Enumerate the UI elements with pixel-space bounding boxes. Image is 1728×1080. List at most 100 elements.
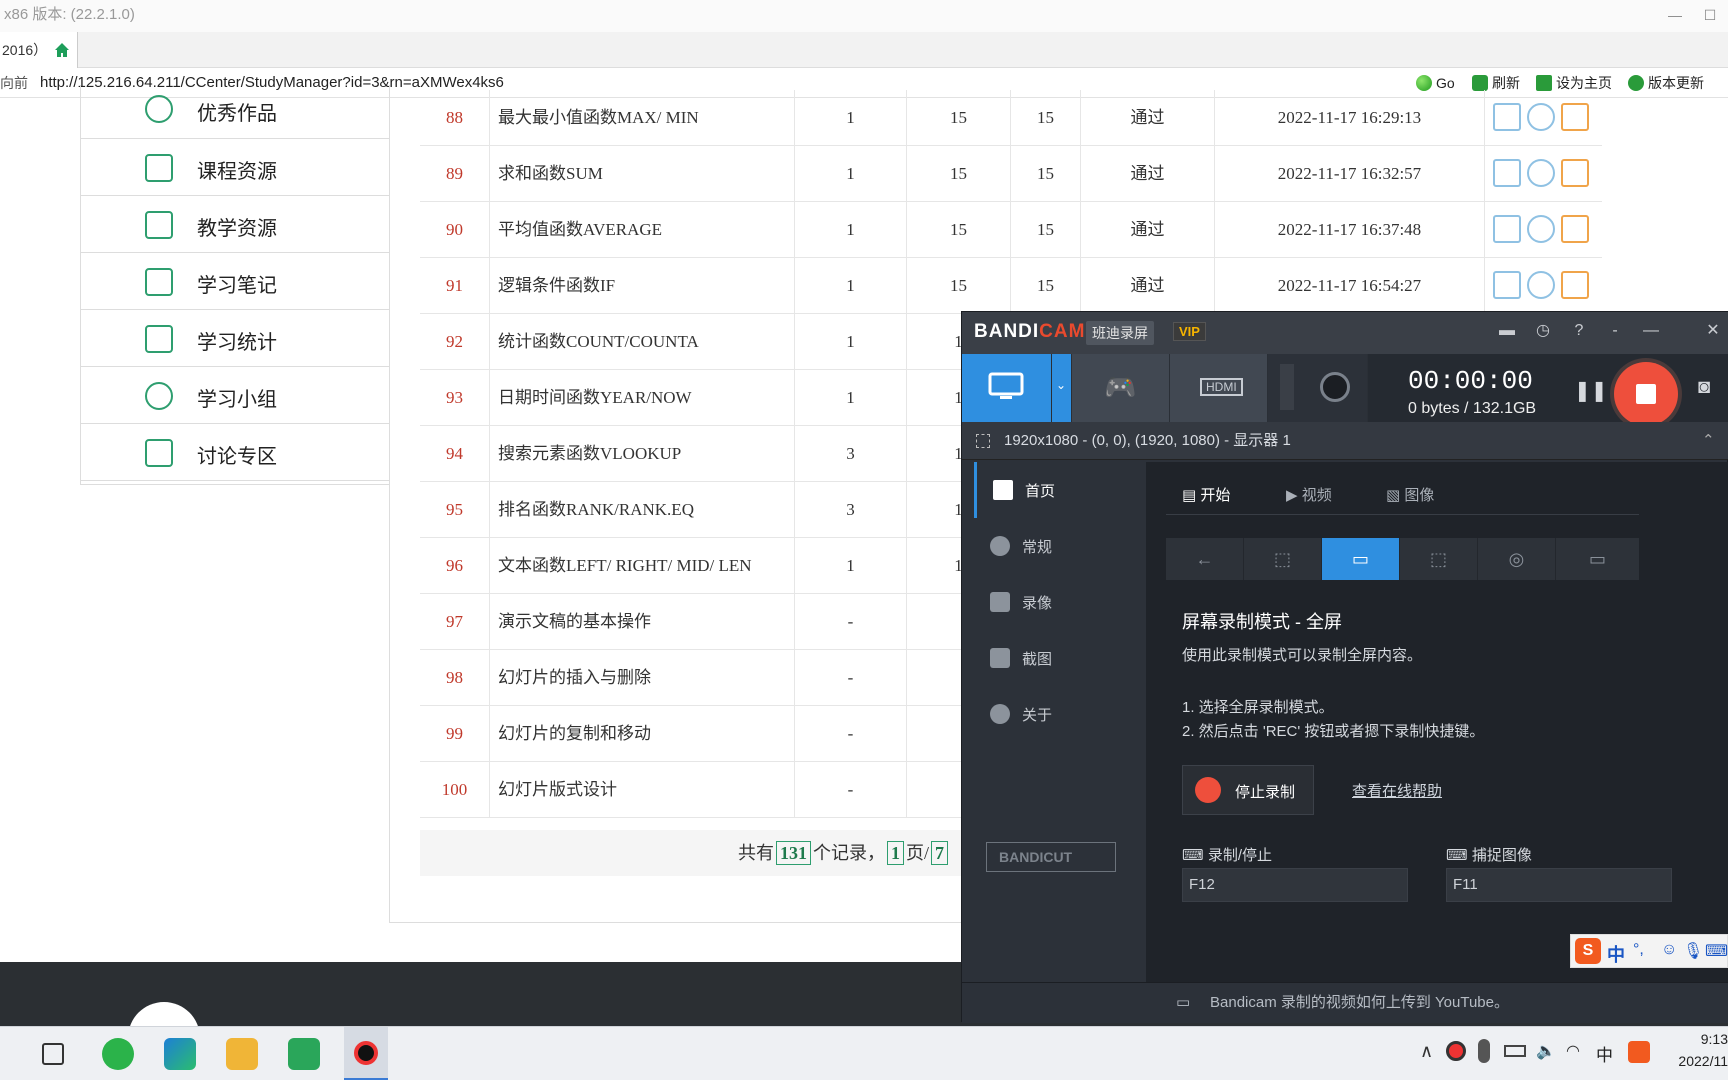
download-icon[interactable] — [1527, 271, 1555, 299]
nav-item-about[interactable]: 关于 — [974, 686, 1132, 742]
sidebar-item-works[interactable]: 优秀作品 — [81, 85, 390, 139]
download-icon[interactable] — [1527, 159, 1555, 187]
bandicut-button[interactable]: BANDICUT — [986, 842, 1116, 872]
row-attempts: 1 — [795, 538, 907, 594]
sidebar-item-teaching-resources[interactable]: 教学资源 — [81, 196, 390, 253]
camera-icon[interactable]: ◙ — [1698, 376, 1710, 399]
vip-badge[interactable]: VIP — [1173, 322, 1206, 341]
view-record-icon[interactable] — [1493, 159, 1521, 187]
screen-mode-dropdown[interactable]: ⌄ — [1052, 354, 1072, 422]
tray-chevron-icon[interactable]: ∧ — [1420, 1041, 1433, 1062]
mode-game-button[interactable]: ◎ — [1478, 538, 1556, 580]
study-app-icon[interactable] — [288, 1038, 320, 1070]
capture-area-bar[interactable]: 1920x1080 - (0, 0), (1920, 1080) - 显示器 1… — [962, 422, 1728, 460]
download-icon[interactable] — [1527, 215, 1555, 243]
mode-hdmi-button[interactable]: ▭ — [1556, 538, 1639, 580]
pause-icon[interactable]: ❚❚ — [1574, 378, 1608, 403]
row-name[interactable]: 排名函数RANK/RANK.EQ — [490, 482, 795, 538]
row-name[interactable]: 幻灯片的复制和移动 — [490, 706, 795, 762]
message-icon[interactable] — [1561, 103, 1589, 131]
stop-record-button[interactable]: 停止录制 — [1182, 765, 1314, 815]
online-help-link[interactable]: 查看在线帮助 — [1352, 780, 1442, 801]
version-update-button[interactable]: 版本更新 — [1628, 68, 1704, 98]
tray-record-icon[interactable] — [1446, 1041, 1466, 1061]
sidebar-item-groups[interactable]: 学习小组 — [81, 367, 390, 424]
clock-icon[interactable]: ◷ — [1532, 320, 1554, 342]
subtab-image[interactable]: ▧ 图像 — [1386, 484, 1434, 505]
maximize-button[interactable]: ☐ — [1692, 0, 1728, 30]
row-actions — [1485, 146, 1602, 202]
row-total: 15 — [1011, 146, 1081, 202]
rec-stop-button[interactable] — [1614, 362, 1678, 426]
download-icon[interactable] — [1527, 103, 1555, 131]
row-name[interactable]: 逻辑条件函数IF — [490, 258, 795, 314]
collapse-icon[interactable]: - — [1604, 320, 1626, 342]
mode-back-button[interactable]: ← — [1166, 538, 1244, 580]
hotkey-cap-field[interactable]: F11 — [1446, 868, 1672, 902]
sidebar-item-stats[interactable]: 学习统计 — [81, 310, 390, 367]
emoji-icon[interactable]: ☺ — [1661, 941, 1677, 959]
nav-item-video[interactable]: 录像 — [974, 574, 1132, 630]
view-record-icon[interactable] — [1493, 271, 1521, 299]
clock[interactable]: 9:13 2022/11 — [1668, 1031, 1728, 1069]
message-icon[interactable] — [1561, 159, 1589, 187]
ime-lang-toggle[interactable]: 中 — [1607, 941, 1625, 967]
screen-mode-button[interactable] — [962, 354, 1052, 422]
message-icon[interactable] — [1561, 215, 1589, 243]
subtab-video[interactable]: ▶ 视频 — [1286, 484, 1332, 505]
close-icon[interactable]: ✕ — [1702, 320, 1724, 342]
microphone-icon[interactable] — [1478, 1039, 1490, 1063]
chevron-up-icon[interactable]: ⌃ — [1702, 422, 1715, 460]
row-name[interactable]: 统计函数COUNT/COUNTA — [490, 314, 795, 370]
minimize-icon[interactable]: — — [1640, 320, 1662, 342]
sogou-tray-icon[interactable] — [1628, 1041, 1650, 1063]
battery-icon[interactable] — [1504, 1045, 1526, 1057]
view-record-icon[interactable] — [1493, 103, 1521, 131]
sogou-logo-icon[interactable]: S — [1575, 938, 1601, 964]
stats-icon — [145, 325, 173, 353]
hdmi-mode-button[interactable]: HDMI — [1170, 354, 1268, 422]
webcam-toggle[interactable] — [1268, 354, 1368, 422]
mode-window-button[interactable]: ⬚ — [1244, 538, 1322, 580]
ime-punct-toggle[interactable]: °, — [1633, 941, 1644, 959]
row-name[interactable]: 最大最小值函数MAX/ MIN — [490, 90, 795, 146]
wifi-icon[interactable]: ◠ — [1566, 1041, 1580, 1061]
row-name[interactable]: 搜索元素函数VLOOKUP — [490, 426, 795, 482]
sidebar-item-course-resources[interactable]: 课程资源 — [81, 139, 390, 196]
wechat-icon[interactable] — [102, 1038, 134, 1070]
voice-input-icon[interactable]: 🎙 — [1683, 941, 1703, 961]
nav-item-general[interactable]: 常规 — [974, 518, 1132, 574]
row-name[interactable]: 文本函数LEFT/ RIGHT/ MID/ LEN — [490, 538, 795, 594]
row-name[interactable]: 演示文稿的基本操作 — [490, 594, 795, 650]
row-name[interactable]: 幻灯片版式设计 — [490, 762, 795, 818]
row-name[interactable]: 平均值函数AVERAGE — [490, 202, 795, 258]
view-record-icon[interactable] — [1493, 215, 1521, 243]
nav-item-screenshot[interactable]: 截图 — [974, 630, 1132, 686]
bandicam-task-button[interactable] — [344, 1027, 388, 1080]
nav-item-home[interactable]: 首页 — [974, 462, 1132, 518]
row-name[interactable]: 求和函数SUM — [490, 146, 795, 202]
task-view-icon[interactable] — [42, 1043, 64, 1065]
help-icon[interactable]: ? — [1568, 320, 1590, 342]
volume-icon[interactable]: 🔈 — [1536, 1041, 1556, 1061]
sidebar-item-discussion[interactable]: 讨论专区 — [81, 424, 390, 481]
file-explorer-icon[interactable] — [226, 1038, 258, 1070]
folder-icon[interactable]: ▬ — [1496, 320, 1518, 342]
browser-tab[interactable]: 2016） — [0, 32, 78, 68]
keyboard-icon[interactable]: ⌨ — [1705, 941, 1728, 961]
subtab-start[interactable]: ▤ 开始 — [1182, 484, 1230, 505]
forward-button[interactable]: 向前 — [0, 68, 28, 98]
mode-region-button[interactable]: ⬚ — [1400, 538, 1478, 580]
sidebar-item-notes[interactable]: 学习笔记 — [81, 253, 390, 310]
ime-indicator[interactable]: 中 — [1596, 1041, 1613, 1066]
row-name[interactable]: 幻灯片的插入与删除 — [490, 650, 795, 706]
hotkey-rec-field[interactable]: F12 — [1182, 868, 1408, 902]
app-icon[interactable] — [164, 1038, 196, 1070]
message-icon[interactable] — [1561, 271, 1589, 299]
row-name[interactable]: 日期时间函数YEAR/NOW — [490, 370, 795, 426]
bandicam-footer[interactable]: ▭ Bandicam 录制的视频如何上传到 YouTube。 — [962, 982, 1728, 1023]
game-mode-button[interactable]: 🎮 — [1072, 354, 1170, 422]
current-page[interactable]: 1 — [887, 841, 904, 865]
mode-fullscreen-button[interactable]: ▭ — [1322, 538, 1400, 580]
minimize-button[interactable]: — — [1657, 0, 1693, 30]
